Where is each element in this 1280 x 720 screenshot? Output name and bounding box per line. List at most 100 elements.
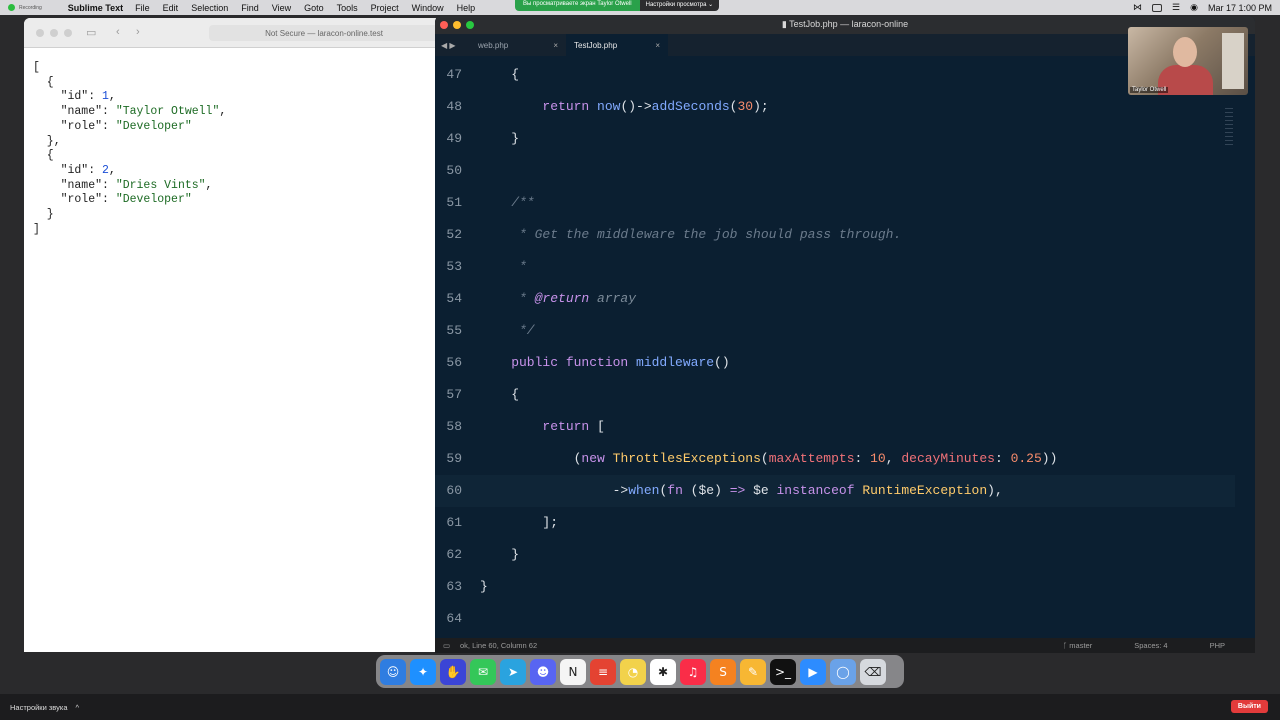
- clock[interactable]: Mar 17 1:00 PM: [1208, 3, 1272, 13]
- menu-item-file[interactable]: File: [135, 3, 150, 13]
- dock-zoom-icon[interactable]: ▶: [800, 658, 826, 685]
- json-token: "Developer": [115, 193, 192, 207]
- tab-web-php[interactable]: web.php ×: [470, 34, 566, 56]
- code-line: 59 (new ThrottlesExceptions(maxAttempts:…: [435, 443, 1235, 475]
- dock-database-icon[interactable]: ◯: [830, 658, 856, 685]
- close-icon[interactable]: ×: [655, 41, 660, 50]
- json-token: 1: [102, 90, 109, 104]
- screen-share-icon[interactable]: [1152, 3, 1163, 12]
- dock-slack-icon[interactable]: ✱: [650, 658, 676, 685]
- dock-sublime-text-icon[interactable]: S: [710, 658, 736, 685]
- dock-todoist-icon[interactable]: ≡: [590, 658, 616, 685]
- code-editor[interactable]: 47 {48 return now()->addSeconds(30); 49 }…: [435, 56, 1255, 638]
- dock-safari-icon[interactable]: ✦: [410, 658, 436, 685]
- control-center-icon[interactable]: ☰: [1172, 2, 1180, 13]
- code-token: new: [581, 451, 613, 466]
- line-text: {: [480, 379, 519, 411]
- code-token: }: [480, 579, 488, 594]
- editor-window: ▮ TestJob.php — laracon-online ◀ ▶ web.p…: [435, 16, 1255, 653]
- menu-item-view[interactable]: View: [272, 3, 291, 13]
- code-token: =>: [729, 483, 754, 498]
- tab-testjob-php[interactable]: TestJob.php ×: [566, 34, 668, 56]
- close-button[interactable]: [36, 29, 44, 37]
- close-icon[interactable]: ×: [553, 41, 558, 50]
- code-token: ];: [480, 515, 559, 530]
- json-line: "role": "Developer": [33, 193, 436, 208]
- code-line: 55 */: [435, 315, 1235, 347]
- back-icon[interactable]: ‹: [116, 26, 120, 38]
- dock-raycast-icon[interactable]: ✋: [440, 658, 466, 685]
- line-number: 62: [446, 547, 462, 562]
- minimap[interactable]: [1225, 108, 1233, 148]
- json-token: },: [33, 134, 61, 148]
- code-token: :: [994, 451, 1011, 466]
- indentation[interactable]: Spaces: 4: [1134, 641, 1167, 650]
- panel-icon[interactable]: ▭: [443, 641, 450, 650]
- line-number: 63: [446, 579, 462, 594]
- syntax[interactable]: PHP: [1210, 641, 1225, 650]
- menu-item-find[interactable]: Find: [241, 3, 259, 13]
- menu-item-selection[interactable]: Selection: [191, 3, 228, 13]
- view-settings-button[interactable]: Настройки просмотра ⌄: [639, 0, 720, 11]
- line-text: * @return array: [480, 283, 636, 315]
- tab-label: web.php: [478, 40, 509, 50]
- dock-messages-icon[interactable]: ✉: [470, 658, 496, 685]
- line-number: 51: [446, 195, 462, 210]
- code-line: 52 * Get the middleware the job should p…: [435, 219, 1235, 251]
- json-line: },: [33, 135, 436, 150]
- menu-item-project[interactable]: Project: [371, 3, 399, 13]
- json-line: "id": 1,: [33, 90, 436, 105]
- json-token: ,: [108, 90, 116, 104]
- sidebar-icon[interactable]: ▭: [86, 26, 96, 39]
- code-token: ThrottlesExceptions: [612, 451, 761, 466]
- bowtie-icon[interactable]: ⋈: [1133, 2, 1142, 13]
- tab-nav-arrows[interactable]: ◀ ▶: [435, 34, 470, 56]
- zoom-button[interactable]: [64, 29, 72, 37]
- code-line: 57 {: [435, 379, 1235, 411]
- menu-item-goto[interactable]: Goto: [304, 3, 324, 13]
- minimize-button[interactable]: [50, 29, 58, 37]
- webcam-video[interactable]: Taylor Otwell: [1128, 27, 1248, 95]
- line-text: public function middleware(): [480, 347, 729, 379]
- line-number: 58: [446, 419, 462, 434]
- json-line: {: [33, 149, 436, 164]
- viewing-screen-text: Вы просматриваете экран Taylor Otwell: [515, 0, 640, 11]
- menu-item-tools[interactable]: Tools: [337, 3, 358, 13]
- dock-clock-icon[interactable]: ◔: [620, 658, 646, 685]
- dock-notion-icon[interactable]: N: [560, 658, 586, 685]
- code-line: 51 /**: [435, 187, 1235, 219]
- chevron-up-icon[interactable]: ^: [75, 703, 79, 712]
- url-bar[interactable]: Not Secure — laracon-online.test: [209, 25, 436, 41]
- code-token: ,: [885, 451, 902, 466]
- git-branch[interactable]: ᚴ master: [1063, 641, 1093, 650]
- json-token: [: [33, 61, 40, 74]
- code-token: 0.25: [1010, 451, 1042, 466]
- meeting-controls: Настройки звука ^ Выйти: [0, 694, 1280, 720]
- forward-icon[interactable]: ›: [136, 26, 140, 38]
- code-token: maxAttempts: [768, 451, 855, 466]
- code-token: ()->: [620, 99, 652, 114]
- dock-trash-icon[interactable]: ⌫: [860, 658, 886, 685]
- code-token: {: [480, 387, 520, 402]
- dock-discord-icon[interactable]: ☻: [530, 658, 556, 685]
- menu-item-edit[interactable]: Edit: [163, 3, 179, 13]
- code-token: @return: [534, 291, 590, 306]
- json-token: "name":: [33, 178, 116, 192]
- siri-icon[interactable]: ◉: [1190, 2, 1198, 13]
- json-token: "role":: [33, 193, 116, 207]
- menu-item-help[interactable]: Help: [457, 3, 476, 13]
- menu-item-window[interactable]: Window: [412, 3, 444, 13]
- code-token: }: [480, 547, 520, 562]
- dock-telegram-icon[interactable]: ➤: [500, 658, 526, 685]
- sound-settings[interactable]: Настройки звука: [10, 703, 67, 712]
- dock-terminal-icon[interactable]: >_: [770, 658, 796, 685]
- code-token: :: [854, 451, 871, 466]
- dock-music-icon[interactable]: ♫: [680, 658, 706, 685]
- code-token: *: [480, 291, 535, 306]
- exit-button[interactable]: Выйти: [1230, 700, 1268, 713]
- app-name[interactable]: Sublime Text: [68, 3, 123, 13]
- editor-title-text: TestJob.php — laracon-online: [789, 19, 909, 29]
- dock-tableplus-icon[interactable]: ✎: [740, 658, 766, 685]
- dock-finder-icon[interactable]: ☺: [380, 658, 406, 685]
- code-line: 64: [435, 603, 1235, 635]
